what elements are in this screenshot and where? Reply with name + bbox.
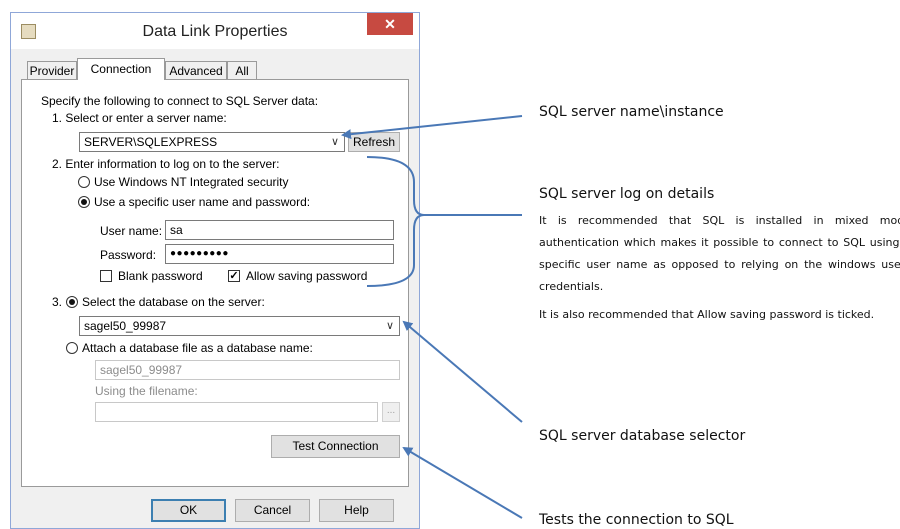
arrow-test-connection [402, 446, 523, 519]
annotation-server-name: SQL server name\instance [539, 104, 724, 120]
arrow-server-name [341, 115, 523, 140]
annotation-logon-paragraph-2: It is also recommended that Allow saving… [539, 308, 875, 321]
annotation-database-selector: SQL server database selector [539, 428, 746, 444]
annotation-logon-paragraph-1: It is recommended that SQL is installed … [539, 214, 900, 293]
tab-connection[interactable]: Connection [77, 58, 165, 80]
annotation-test-connection: Tests the connection to SQL [539, 512, 734, 528]
logon-brace [366, 156, 425, 287]
arrow-database-selector [402, 320, 523, 423]
annotation-logon-title: SQL server log on details [539, 186, 715, 202]
